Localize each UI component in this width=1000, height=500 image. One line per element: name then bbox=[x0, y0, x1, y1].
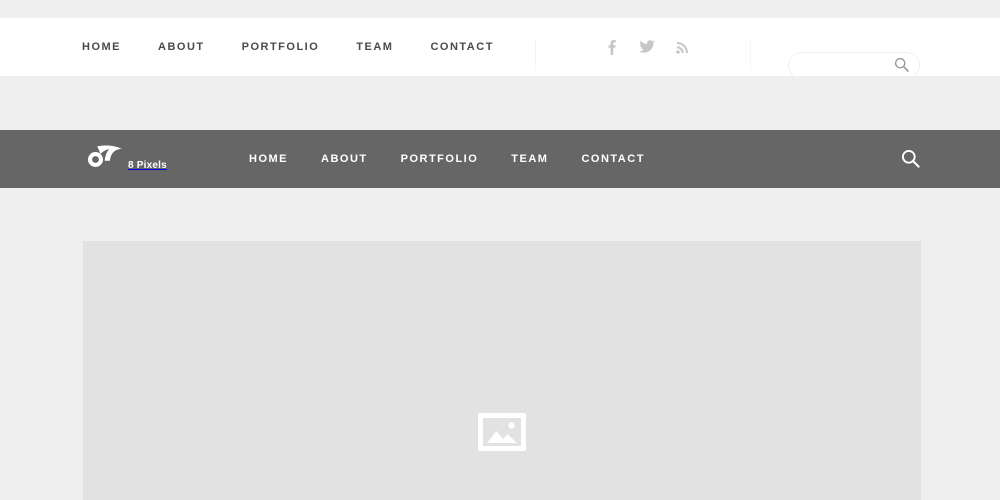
main-nav-bar: 8 Pixels HOME ABOUT PORTFOLIO TEAM CONTA… bbox=[0, 130, 1000, 188]
logo-mark-icon bbox=[86, 143, 126, 174]
utility-nav-item-about[interactable]: ABOUT bbox=[158, 41, 205, 53]
main-nav-item-contact[interactable]: CONTACT bbox=[581, 153, 644, 165]
utility-divider-right bbox=[750, 40, 751, 70]
rss-icon[interactable] bbox=[665, 33, 701, 61]
site-logo[interactable]: 8 Pixels bbox=[86, 144, 167, 174]
top-spacer-strip bbox=[0, 0, 1000, 18]
main-nav-item-home[interactable]: HOME bbox=[249, 153, 288, 165]
utility-nav-item-home[interactable]: HOME bbox=[82, 41, 121, 53]
facebook-icon[interactable] bbox=[593, 33, 629, 61]
search-icon[interactable] bbox=[894, 57, 909, 77]
utility-bar: HOME ABOUT PORTFOLIO TEAM CONTACT bbox=[0, 18, 1000, 80]
header-gap-band bbox=[0, 76, 1000, 130]
image-placeholder-icon bbox=[478, 413, 526, 456]
logo-text: 8 Pixels bbox=[128, 160, 167, 171]
media-placeholder[interactable] bbox=[83, 241, 921, 500]
main-nav: HOME ABOUT PORTFOLIO TEAM CONTACT bbox=[249, 130, 678, 188]
utility-divider-left bbox=[535, 40, 536, 70]
utility-nav-item-portfolio[interactable]: PORTFOLIO bbox=[242, 41, 320, 53]
main-nav-item-team[interactable]: TEAM bbox=[511, 153, 548, 165]
utility-nav: HOME ABOUT PORTFOLIO TEAM CONTACT bbox=[82, 18, 531, 76]
twitter-icon[interactable] bbox=[629, 33, 665, 61]
social-links bbox=[593, 18, 701, 76]
utility-nav-item-contact[interactable]: CONTACT bbox=[430, 41, 493, 53]
main-search-icon[interactable] bbox=[901, 149, 921, 169]
main-nav-item-about[interactable]: ABOUT bbox=[321, 153, 368, 165]
main-nav-item-portfolio[interactable]: PORTFOLIO bbox=[401, 153, 479, 165]
utility-search-box[interactable] bbox=[788, 52, 920, 80]
utility-nav-item-team[interactable]: TEAM bbox=[356, 41, 393, 53]
